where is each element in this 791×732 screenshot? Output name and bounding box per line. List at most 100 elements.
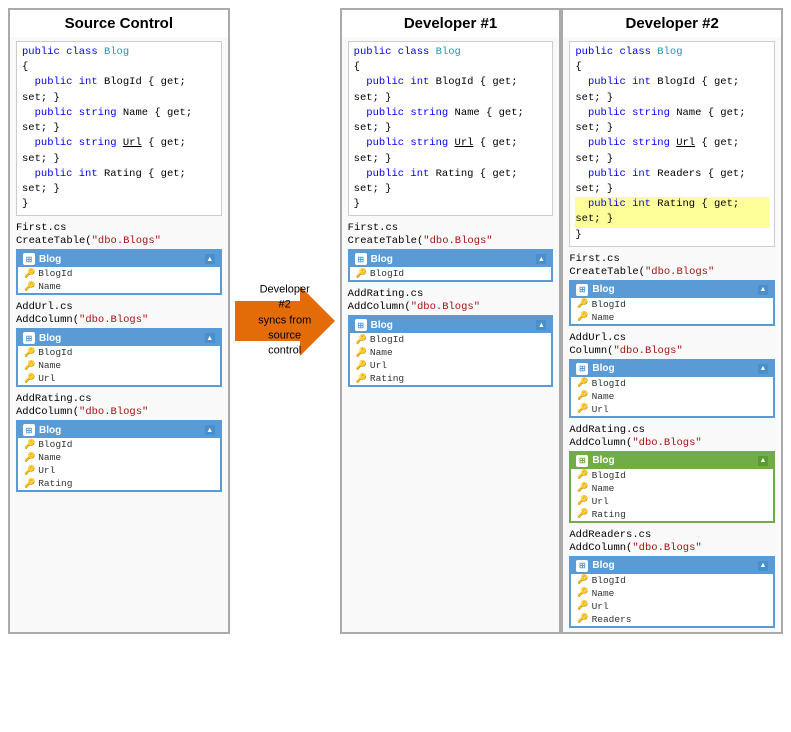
- dev2-addreaders-resx: ⊞ Blog ▲ 🔑 BlogId 🔑 Name 🔑 Url 🔑 Readers: [569, 556, 775, 628]
- resx-row-url: 🔑 Url: [350, 359, 552, 372]
- code-line: public string Name { get; set; }: [22, 106, 216, 136]
- dev2-content: public class Blog { public int BlogId { …: [563, 37, 781, 632]
- field-icon: 🔑: [577, 312, 588, 322]
- key-icon: 🔑: [577, 299, 588, 309]
- source-addurl-entity-name: Blog: [39, 333, 61, 344]
- resx-row-url: 🔑 Url: [18, 464, 220, 477]
- source-control-content: public class Blog { public int BlogId { …: [10, 37, 228, 496]
- sort-icon: ▲: [205, 333, 215, 343]
- dev2-migration-first: First.cs CreateTable("dbo.Blogs" ⊞ Blog …: [569, 253, 775, 326]
- resx-row-name: 🔑 Name: [350, 346, 552, 359]
- dev1-first-resx: ⊞ Blog ▲ 🔑 BlogId: [348, 249, 554, 282]
- resx-row-blogid: 🔑 BlogId: [350, 333, 552, 346]
- resx-entity-icon: ⊞: [23, 424, 35, 436]
- key-icon: 🔑: [577, 575, 588, 585]
- sort-icon: ▲: [536, 254, 546, 264]
- dev2-first-resx: ⊞ Blog ▲ 🔑 BlogId 🔑 Name: [569, 280, 775, 326]
- dev1-first-resx-header: ⊞ Blog ▲: [350, 251, 552, 267]
- source-first-filename: First.cs: [16, 222, 222, 234]
- dev1-addrating-entity: ⊞ Blog: [355, 319, 393, 331]
- resx-row-name: 🔑 Name: [571, 311, 773, 324]
- dev2-addreaders-filename: AddReaders.cs: [569, 529, 775, 541]
- source-addrating-resx: ⊞ Blog ▲ 🔑 BlogId 🔑 Name 🔑 Url 🔑 Rating: [16, 420, 222, 492]
- resx-row-name: 🔑 Name: [571, 390, 773, 403]
- code-line: public int Rating { get; set; }: [22, 167, 216, 197]
- source-addurl-resx-header: ⊞ Blog ▲: [18, 330, 220, 346]
- resx-row-url: 🔑 Url: [571, 495, 773, 508]
- dev1-migration-addrating: AddRating.cs AddColumn("dbo.Blogs" ⊞ Blo…: [348, 288, 554, 387]
- dev1-addrating-filename: AddRating.cs: [348, 288, 554, 300]
- dev2-addurl-filename: AddUrl.cs: [569, 332, 775, 344]
- sort-icon: ▲: [205, 425, 215, 435]
- resx-row-blogid: 🔑 BlogId: [18, 267, 220, 280]
- sort-icon: ▲: [758, 456, 768, 466]
- source-addurl-method: AddColumn("dbo.Blogs": [16, 314, 222, 326]
- key-icon: 🔑: [356, 335, 367, 345]
- field-icon: 🔑: [356, 374, 367, 384]
- resx-row-blogid: 🔑 BlogId: [18, 346, 220, 359]
- code-line: public string Url { get; set; }: [575, 136, 769, 166]
- dev2-addurl-resx-header: ⊞ Blog ▲: [571, 361, 773, 377]
- code-line: public class Blog: [22, 45, 216, 60]
- field-icon: 🔑: [577, 483, 588, 493]
- source-addrating-entity-name: Blog: [39, 425, 61, 436]
- code-line: public string Url { get; set; }: [22, 136, 216, 166]
- source-first-entity: ⊞ Blog: [23, 253, 61, 265]
- source-migration-addrating: AddRating.cs AddColumn("dbo.Blogs" ⊞ Blo…: [16, 393, 222, 492]
- field-icon: 🔑: [24, 282, 35, 292]
- dev2-migration-addurl: AddUrl.cs Column("dbo.Blogs" ⊞ Blog ▲ 🔑 …: [569, 332, 775, 418]
- source-addurl-entity: ⊞ Blog: [23, 332, 61, 344]
- source-first-method: CreateTable("dbo.Blogs": [16, 235, 222, 247]
- dev2-addrating-method: AddColumn("dbo.Blogs": [569, 437, 775, 449]
- dev1-first-filename: First.cs: [348, 222, 554, 234]
- dev2-addurl-resx: ⊞ Blog ▲ 🔑 BlogId 🔑 Name 🔑 Url: [569, 359, 775, 418]
- resx-entity-icon: ⊞: [576, 455, 588, 467]
- field-icon: 🔑: [356, 348, 367, 358]
- resx-row-blogid: 🔑 BlogId: [571, 377, 773, 390]
- field-icon: 🔑: [577, 391, 588, 401]
- field-icon: 🔑: [24, 361, 35, 371]
- resx-entity-icon: ⊞: [355, 319, 367, 331]
- dev1-column: Developer #1 public class Blog { public …: [340, 8, 562, 634]
- dev2-addrating-resx-header: ⊞ Blog ▲: [571, 453, 773, 469]
- dev1-first-entity: ⊞ Blog: [355, 253, 393, 265]
- resx-row-url: 🔑 Url: [18, 372, 220, 385]
- field-icon: 🔑: [577, 588, 588, 598]
- resx-row-rating: 🔑 Rating: [18, 477, 220, 490]
- dev2-addreaders-resx-header: ⊞ Blog ▲: [571, 558, 773, 574]
- code-line: public string Name { get; set; }: [354, 106, 548, 136]
- key-icon: 🔑: [577, 378, 588, 388]
- dev1-code-block: public class Blog { public int BlogId { …: [348, 41, 554, 216]
- field-icon: 🔑: [577, 601, 588, 611]
- code-line: public string Url { get; set; }: [354, 136, 548, 166]
- resx-row-url: 🔑 Url: [571, 403, 773, 416]
- resx-row-blogid: 🔑 BlogId: [350, 267, 552, 280]
- sort-icon: ▲: [758, 561, 768, 571]
- main-container: Source Control public class Blog { publi…: [0, 0, 791, 642]
- code-line-highlighted: public int Rating { get; set; }: [575, 197, 769, 227]
- key-icon: 🔑: [24, 348, 35, 358]
- source-control-header: Source Control: [10, 10, 228, 37]
- dev2-addrating-entity: ⊞ Blog: [576, 455, 614, 467]
- dev1-migration-first: First.cs CreateTable("dbo.Blogs" ⊞ Blog …: [348, 222, 554, 282]
- code-line: }: [575, 228, 769, 243]
- key-icon: 🔑: [356, 269, 367, 279]
- field-icon: 🔑: [577, 509, 588, 519]
- dev2-addurl-entity: ⊞ Blog: [576, 363, 614, 375]
- source-addurl-filename: AddUrl.cs: [16, 301, 222, 313]
- dev2-addreaders-entity-name: Blog: [592, 560, 614, 571]
- code-line: {: [354, 60, 548, 75]
- dev2-first-method: CreateTable("dbo.Blogs": [569, 266, 775, 278]
- code-line: public int Readers { get; set; }: [575, 167, 769, 197]
- resx-row-name: 🔑 Name: [18, 280, 220, 293]
- source-migration-addurl: AddUrl.cs AddColumn("dbo.Blogs" ⊞ Blog ▲…: [16, 301, 222, 387]
- code-line: public string Name { get; set; }: [575, 106, 769, 136]
- key-icon: 🔑: [24, 269, 35, 279]
- dev2-addrating-resx: ⊞ Blog ▲ 🔑 BlogId 🔑 Name 🔑 Url 🔑 Rating: [569, 451, 775, 523]
- code-line: public int BlogId { get; set; }: [22, 75, 216, 105]
- resx-entity-icon: ⊞: [576, 284, 588, 296]
- code-line: {: [22, 60, 216, 75]
- field-icon: 🔑: [24, 374, 35, 384]
- resx-row-blogid: 🔑 BlogId: [571, 469, 773, 482]
- dev2-addreaders-method: AddColumn("dbo.Blogs": [569, 542, 775, 554]
